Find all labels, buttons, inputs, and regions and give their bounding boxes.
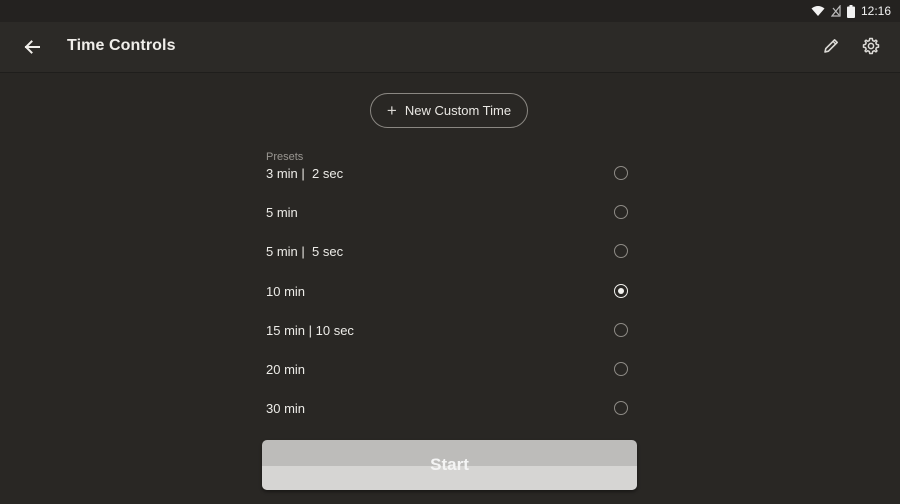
preset-label: 30 min — [266, 401, 306, 416]
preset-option-5min[interactable]: 5 min — [262, 198, 640, 228]
preset-label: 3 min | 2 sec — [266, 166, 344, 181]
preset-radio[interactable] — [614, 362, 628, 376]
status-time: 12:16 — [860, 4, 891, 18]
preset-radio-selected[interactable] — [614, 284, 628, 298]
no-signal-icon — [830, 5, 841, 17]
preset-label: 10 min — [266, 284, 306, 299]
wifi-icon — [811, 6, 825, 16]
status-icons: 12:16 — [811, 3, 891, 19]
preset-label: 15 min | 10 sec — [266, 323, 354, 338]
settings-button[interactable] — [860, 35, 882, 57]
back-button[interactable] — [20, 35, 44, 59]
preset-option-5min-5sec[interactable]: 5 min | 5 sec — [262, 237, 640, 267]
preset-option-20min[interactable]: 20 min — [262, 355, 640, 385]
preset-radio[interactable] — [614, 323, 628, 337]
new-custom-time-label: New Custom Time — [404, 103, 512, 118]
page-title: Time Controls — [67, 37, 176, 54]
preset-option-15min-10sec[interactable]: 15 min | 10 sec — [262, 316, 640, 346]
preset-radio[interactable] — [614, 205, 628, 219]
new-custom-time-button[interactable]: + New Custom Time — [370, 93, 528, 128]
preset-option-30min[interactable]: 30 min — [262, 394, 640, 424]
preset-label: 5 min | 5 sec — [266, 244, 344, 259]
start-button-label: Start — [430, 455, 469, 474]
back-arrow-icon — [24, 40, 40, 54]
gear-icon — [862, 37, 880, 55]
preset-radio[interactable] — [614, 401, 628, 415]
preset-label: 20 min — [266, 362, 306, 377]
plus-icon: + — [386, 101, 397, 120]
app-bar: Time Controls — [0, 22, 900, 73]
status-bar: 12:16 — [0, 0, 900, 22]
preset-radio[interactable] — [614, 244, 628, 258]
preset-option-10min[interactable]: 10 min — [262, 277, 640, 307]
start-button[interactable]: Start — [262, 440, 637, 490]
pencil-icon — [824, 39, 838, 53]
preset-option-3min-2sec[interactable]: 3 min | 2 sec — [262, 159, 640, 189]
edit-button[interactable] — [820, 35, 842, 57]
preset-label: 5 min — [266, 205, 298, 220]
preset-radio[interactable] — [614, 166, 628, 180]
battery-icon — [846, 4, 855, 18]
